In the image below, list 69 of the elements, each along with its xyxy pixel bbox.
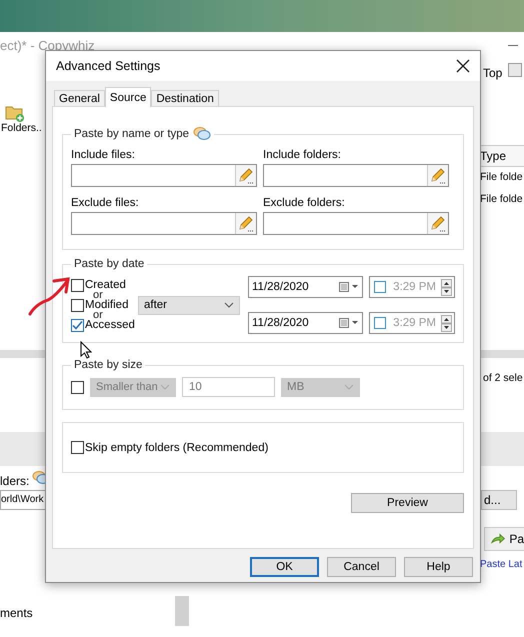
table-cell-text: File folde (480, 170, 524, 185)
group-title: Paste by name or type (74, 128, 190, 140)
toolbar-button[interactable]: Folders.. (0, 104, 44, 134)
checkbox[interactable] (71, 318, 84, 332)
field-label: Include files: (71, 149, 136, 161)
checkbox[interactable] (374, 317, 386, 329)
arrow-icon (491, 533, 506, 545)
paste-later-link[interactable]: Paste Lat (480, 559, 522, 570)
cursor-icon (80, 341, 92, 359)
annotation-arrow-drawing (28, 276, 70, 316)
window-title: ect)* - Copywhiz (0, 38, 95, 53)
dialog-title: Advanced Settings (56, 59, 160, 73)
field-label: lders: (0, 474, 30, 488)
folder-add-icon (5, 104, 25, 122)
image-icon[interactable] (508, 63, 522, 77)
input-field[interactable] (263, 164, 449, 187)
calendar-dropdown-icon[interactable] (339, 282, 359, 292)
dropdown[interactable]: after (138, 296, 240, 314)
browse-button[interactable]: d... (481, 490, 517, 510)
connector-text: or (93, 311, 103, 319)
checkbox-label: Modified (85, 299, 128, 311)
checkbox[interactable] (71, 441, 84, 454)
tab[interactable]: Source (104, 87, 152, 107)
caret-icon (224, 302, 234, 308)
group-title: Paste by size (74, 359, 142, 371)
pencil-icon (237, 214, 255, 232)
edit-button[interactable] (427, 213, 448, 234)
list-item[interactable]: ments (0, 606, 33, 620)
paste-button[interactable]: Pa (484, 527, 524, 551)
group-title: Paste by date (74, 258, 144, 270)
spinner-arrows-icon[interactable] (441, 314, 452, 332)
caret-icon (344, 384, 354, 390)
pencil-icon (429, 166, 447, 184)
table-cell-text: File folde (480, 192, 524, 207)
date-picker[interactable]: 11/28/2020 (248, 312, 363, 334)
preview-button[interactable]: Preview (351, 493, 464, 513)
edit-button[interactable] (235, 165, 256, 186)
tab[interactable]: General (54, 90, 105, 106)
column-header: Type (480, 145, 524, 167)
edit-button[interactable] (235, 213, 256, 234)
pencil-icon (237, 166, 255, 184)
spinner-arrows-icon[interactable] (441, 278, 452, 296)
scrollbar-thumb[interactable] (175, 596, 189, 626)
edit-button[interactable] (427, 165, 448, 186)
field-label: Include folders: (263, 149, 342, 161)
caret-icon (160, 384, 170, 390)
status-text: of 2 sele (483, 372, 523, 384)
connector-text: or (93, 291, 103, 299)
dialog-button[interactable]: Help (404, 557, 473, 577)
dialog-button[interactable]: Cancel (327, 557, 396, 577)
checkbox[interactable] (374, 281, 386, 293)
checkbox-label: Created (85, 279, 126, 291)
pencil-icon (429, 214, 447, 232)
input-field[interactable] (71, 164, 257, 187)
chat-bubble-icon (193, 126, 212, 142)
input-field[interactable] (71, 212, 257, 235)
tab[interactable]: Destination (151, 90, 219, 106)
close-icon[interactable] (456, 59, 470, 73)
checkbox[interactable] (71, 278, 84, 292)
field-label: Exclude folders: (263, 197, 346, 209)
input-field[interactable] (263, 212, 449, 235)
date-picker[interactable]: 11/28/2020 (248, 276, 363, 298)
checkbox[interactable] (71, 298, 84, 312)
calendar-dropdown-icon[interactable] (339, 318, 359, 328)
checkbox-label: Accessed (85, 319, 135, 331)
toolbar-label: Top (483, 66, 502, 80)
field-label: Exclude files: (71, 197, 140, 209)
checkbox-label: Skip empty folders (Recommended) (85, 442, 268, 454)
dialog-button[interactable]: OK (250, 557, 319, 577)
